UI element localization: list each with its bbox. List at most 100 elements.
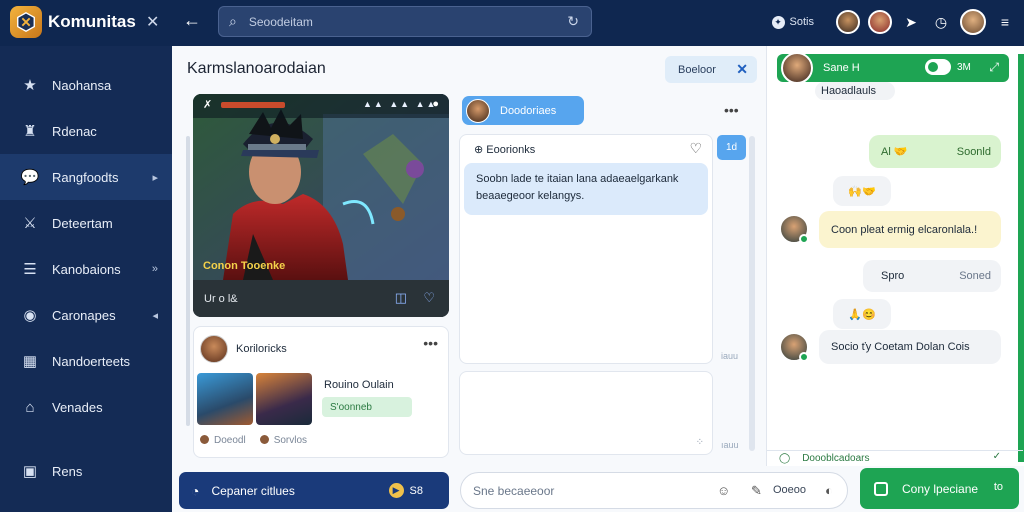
post-thumbnail[interactable] — [197, 373, 253, 425]
game-card[interactable]: ✗ ▲▲ ▲▲ ▲▲ ● Conon Tooenke Ur o l& ◫ ♡ — [193, 94, 449, 317]
more-options-icon[interactable]: ••• — [423, 335, 438, 351]
sidebar-item-label: Naohansa — [52, 77, 112, 93]
sidebar-item-rens[interactable]: ▣ Rens — [0, 448, 172, 494]
search-input[interactable]: Seoodeitam — [249, 15, 313, 29]
thread-message: Soobn lade te itaian lana adaeaelgarkank… — [464, 163, 708, 215]
pen-icon[interactable]: ✎ — [751, 483, 762, 499]
health-bar — [221, 102, 285, 108]
sidebar-item-rangfoodts[interactable]: 💬 Rangfoodts ▸ — [0, 154, 172, 200]
scroll-label: iauu — [721, 351, 739, 361]
avatar[interactable] — [779, 332, 809, 362]
crossed-swords-icon: ✗ — [203, 99, 213, 111]
menu-icon[interactable]: ≡ — [994, 14, 1016, 30]
scrollbar[interactable] — [186, 136, 190, 426]
brand[interactable]: Komunitas — [10, 6, 136, 38]
heart-icon[interactable]: ♡ — [689, 140, 702, 157]
app-name: Komunitas — [48, 12, 136, 31]
chat-message: 🙌🤝 — [833, 176, 891, 206]
toggle-switch[interactable] — [925, 59, 951, 75]
close-icon[interactable]: ✕ — [736, 61, 748, 78]
chat-message: Al 🤝 Soonld — [869, 135, 1001, 168]
app-logo-icon — [10, 6, 42, 38]
post-card[interactable]: Koriloricks ••• Rouino Oulain S'oonneb D… — [193, 326, 449, 458]
chat-message-text: Coon pleat ermig elcaronlala.! — [831, 223, 978, 236]
scrollbar[interactable] — [749, 136, 755, 451]
chat-footer[interactable]: ◯ Doooblcadoars ✓ — [767, 450, 1023, 466]
bookmark-icon[interactable]: ◫ — [395, 290, 407, 306]
bottom-bar: ◔ Cepaner citlues ▶ S8 Sne becaeeoor ☺ ✎ … — [172, 466, 1024, 512]
arrow-left-icon[interactable]: ← — [183, 10, 201, 31]
check-circle-icon[interactable]: ✓ — [993, 451, 1001, 462]
chat-message: Socio ťy Coetam Dolan Cois — [819, 330, 1001, 364]
chat-message-meta: Soned — [959, 270, 991, 282]
game-artwork — [193, 94, 449, 280]
post-title: Rouino Oulain — [324, 379, 394, 391]
pin-icon[interactable]: ➤ — [900, 14, 922, 31]
post-thumbnail[interactable] — [256, 373, 312, 425]
status-indicator[interactable]: ✦ Sotis — [771, 15, 814, 29]
primary-action-button[interactable]: ◔ Cepaner citlues ▶ S8 — [179, 472, 449, 509]
filter-button-label: Boeloor — [678, 63, 716, 76]
sidebar-item-naohansa[interactable]: ★ Naohansa — [0, 62, 172, 108]
more-options-icon[interactable]: ••• — [724, 102, 739, 118]
attachment-icon[interactable]: ◐ — [825, 483, 833, 498]
post-foot-item[interactable]: Sorvlos — [259, 435, 307, 446]
avatar — [466, 98, 490, 123]
sidebar-item-rdenac[interactable]: ♜ Rdenac — [0, 108, 172, 154]
emoji-icon[interactable]: ☺ — [717, 483, 730, 498]
count-badge[interactable]: 1d — [717, 135, 746, 160]
hud-bar: ✗ ▲▲ ▲▲ ▲▲ ● — [193, 94, 449, 118]
chat-message-text: Al 🤝 — [881, 146, 908, 158]
sidebar-item-label: Venades — [52, 399, 103, 415]
search-bar[interactable]: ⌕ Seoodeitam ↻ — [218, 6, 592, 37]
sidebar-item-kanobaions[interactable]: ☰ Kanobaions » — [0, 246, 172, 292]
sidebar-item-nandoerteets[interactable]: ▦ Nandoerteets — [0, 338, 172, 384]
sidebar-item-label: Rens — [52, 463, 83, 479]
checkbox-icon — [874, 481, 888, 496]
resize-handle-icon[interactable]: ⁘ — [696, 437, 704, 448]
thread-chip[interactable]: Doodoriaes — [462, 96, 584, 125]
sidebar: ★ Naohansa ♜ Rdenac 💬 Rangfoodts ▸ ⚔ Det… — [0, 46, 172, 512]
check-circle-icon: ◯ — [779, 453, 791, 464]
chat-accent-border — [1018, 54, 1024, 462]
comment-icon[interactable]: ♡ — [423, 290, 435, 306]
sidebar-item-venades[interactable]: ⌂ Venades — [0, 384, 172, 430]
chat-message-meta: Soonld — [956, 145, 991, 158]
thread-card[interactable]: ⁘ — [459, 371, 713, 455]
avatar[interactable] — [781, 52, 813, 84]
sidebar-item-label: Kanobaions — [52, 261, 121, 277]
confirm-button[interactable]: Cony lpeciane to — [860, 468, 1019, 509]
thread-card[interactable]: ⊕ Eoorionks ♡ Soobn lade te itaian lana … — [459, 134, 713, 364]
thread-title: ⊕ Eoorionks — [474, 144, 536, 156]
sidebar-item-label: Nandoerteets — [52, 353, 131, 369]
post-author: Koriloricks — [236, 343, 287, 355]
sidebar-item-deteertam[interactable]: ⚔ Deteertam — [0, 200, 172, 246]
avatar[interactable] — [779, 214, 809, 244]
reaction-icon — [259, 435, 269, 444]
avatar[interactable] — [200, 335, 228, 363]
chat-bubble-icon: ◔ — [191, 482, 200, 499]
globe-icon: ◉ — [23, 307, 37, 324]
chat-message-text: Spro — [881, 270, 905, 282]
thread-message-line: beaaegeoor kelangys. — [476, 190, 585, 202]
message-input[interactable]: Sne becaeeoor ☺ ✎ Ooeoo ◐ — [460, 472, 848, 509]
expand-icon[interactable]: ⤢ — [989, 60, 999, 75]
settings-icon[interactable]: ● — [432, 98, 439, 110]
chat-message-text: Haoadlauls — [821, 85, 877, 97]
profile-avatar[interactable] — [960, 9, 986, 35]
chevron-left-icon: ◂ — [152, 309, 158, 322]
refresh-icon[interactable]: ↻ — [567, 13, 579, 30]
star-badge-icon: ★ — [23, 77, 37, 94]
avatar[interactable] — [868, 10, 892, 34]
game-card-meta: Ur o l& — [204, 292, 238, 305]
avatar[interactable] — [836, 10, 860, 34]
play-icon: ▶ — [388, 483, 404, 498]
post-foot-item[interactable]: Doeodl — [200, 435, 246, 446]
chat-header[interactable]: Sane H 3M ⤢ — [777, 52, 1009, 84]
reaction-icon — [200, 435, 209, 444]
filter-button[interactable]: Boeloor ✕ — [665, 56, 757, 83]
sidebar-item-caronapes[interactable]: ◉ Caronapes ◂ — [0, 292, 172, 338]
close-icon[interactable]: ✕ — [146, 12, 159, 32]
clock-icon[interactable]: ◷ — [930, 14, 952, 31]
game-title: Conon Tooenke — [203, 260, 286, 272]
